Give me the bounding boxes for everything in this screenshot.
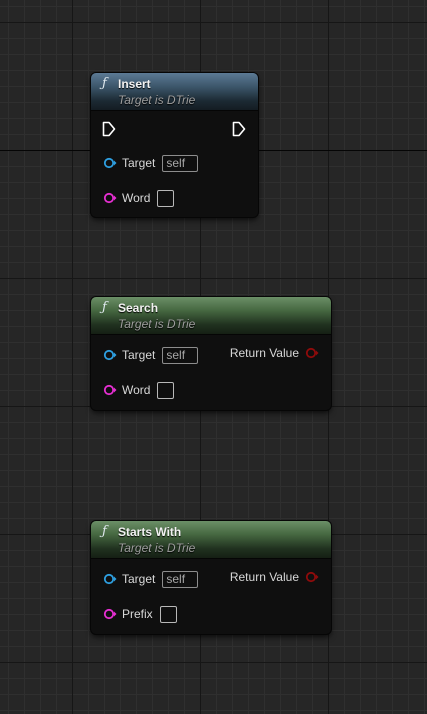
exec-input-pin-icon[interactable]	[102, 121, 116, 137]
target-input-pin[interactable]: Target self	[103, 345, 199, 365]
object-pin-icon[interactable]	[103, 349, 117, 361]
function-icon: ƒ	[102, 300, 107, 315]
target-value-field[interactable]: self	[162, 346, 199, 364]
target-input-pin[interactable]: Target self	[103, 153, 199, 173]
exec-output-pin-icon[interactable]	[232, 121, 246, 137]
node-subtitle: Target is DTrie	[118, 541, 196, 555]
string-pin-icon[interactable]	[103, 192, 117, 204]
object-pin-icon[interactable]	[103, 157, 117, 169]
bool-pin-icon[interactable]	[305, 571, 319, 583]
object-pin-icon[interactable]	[103, 573, 117, 585]
node-header[interactable]: ƒ Insert Target is DTrie	[91, 73, 258, 111]
word-input-field[interactable]	[157, 189, 175, 207]
pin-label: Word	[122, 191, 151, 205]
word-input-pin[interactable]: Word	[103, 188, 175, 208]
string-pin-icon[interactable]	[103, 608, 117, 620]
node-insert[interactable]: ƒ Insert Target is DTrie Target self Wor…	[91, 73, 258, 217]
pin-label: Return Value	[229, 570, 299, 584]
node-title: Insert	[118, 77, 151, 91]
function-icon: ƒ	[102, 76, 107, 91]
bool-pin-icon[interactable]	[305, 347, 319, 359]
pin-label: Return Value	[229, 346, 299, 360]
target-value-field[interactable]: self	[162, 154, 199, 172]
node-title: Starts With	[118, 525, 182, 539]
prefix-input-field[interactable]	[159, 605, 177, 623]
target-value-field[interactable]: self	[162, 570, 199, 588]
word-input-pin[interactable]: Word	[103, 380, 175, 400]
node-starts-with[interactable]: ƒ Starts With Target is DTrie Target sel…	[91, 521, 331, 634]
pin-label: Target	[122, 348, 156, 362]
return-value-output-pin[interactable]: Return Value	[230, 343, 319, 363]
target-input-pin[interactable]: Target self	[103, 569, 199, 589]
node-title: Search	[118, 301, 159, 315]
node-search[interactable]: ƒ Search Target is DTrie Target self Ret…	[91, 297, 331, 410]
node-subtitle: Target is DTrie	[118, 93, 196, 107]
pin-label: Prefix	[122, 607, 153, 621]
pin-label: Target	[122, 572, 156, 586]
pin-label: Word	[122, 383, 151, 397]
node-header[interactable]: ƒ Starts With Target is DTrie	[91, 521, 331, 559]
node-header[interactable]: ƒ Search Target is DTrie	[91, 297, 331, 335]
pin-label: Target	[122, 156, 156, 170]
node-subtitle: Target is DTrie	[118, 317, 196, 331]
word-input-field[interactable]	[157, 381, 175, 399]
function-icon: ƒ	[102, 524, 107, 539]
return-value-output-pin[interactable]: Return Value	[230, 567, 319, 587]
prefix-input-pin[interactable]: Prefix	[103, 604, 177, 624]
string-pin-icon[interactable]	[103, 384, 117, 396]
